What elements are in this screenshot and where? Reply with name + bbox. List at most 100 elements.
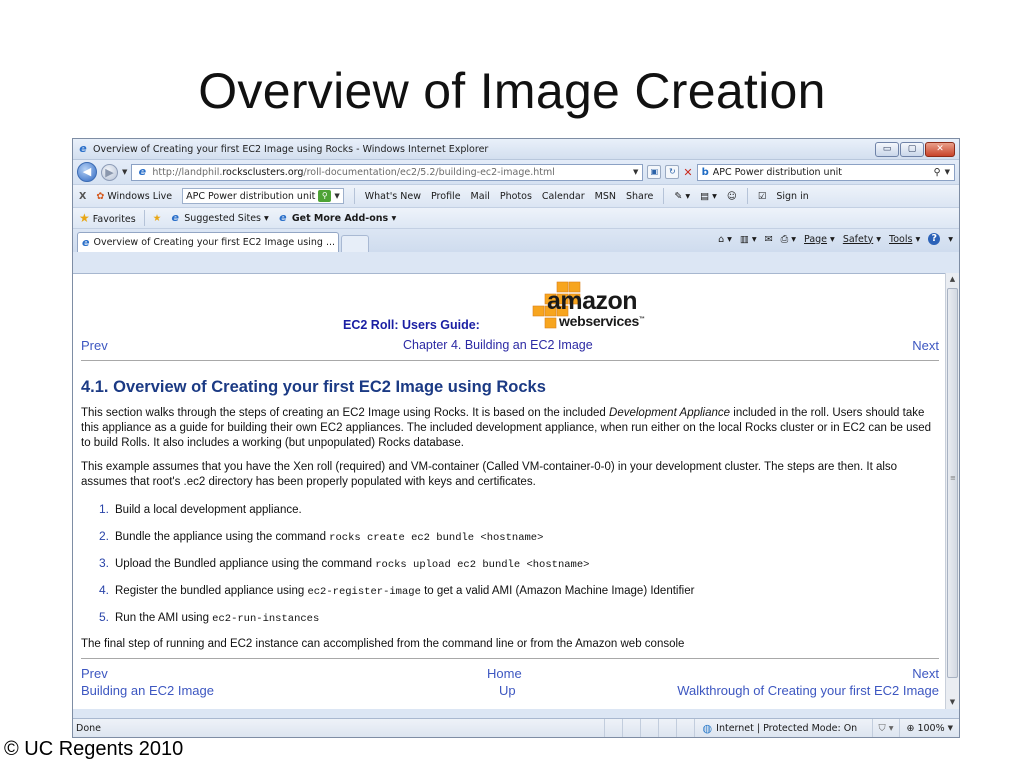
footer-next-title-link[interactable]: Walkthrough of Creating your first EC2 I… [677,683,939,698]
status-cell [621,719,640,737]
favorites-bar: ★ Favorites ★ e Suggested Sites ▾ e Get … [73,207,959,228]
list-item: 2. Bundle the appliance using the comman… [99,529,544,544]
minimize-button[interactable]: ▭ [875,141,899,157]
print-icon[interactable]: ⎙ ▾ [781,234,796,245]
page-menu[interactable]: Page ▾ [804,234,835,245]
doc-header: amazon webservices™ EC2 Roll: Users Guid… [73,274,947,364]
footer-prev-link[interactable]: Prev [81,666,108,681]
search-field[interactable]: b APC Power distribution unit ⚲ ▼ [696,163,955,181]
feeds-icon[interactable]: ▥ ▾ [740,234,757,245]
address-url[interactable]: http://landphil.rocksclusters.org/roll-d… [152,167,629,178]
compatibility-view-icon[interactable]: ▣ [647,165,662,179]
footer-home-link[interactable]: Home [487,666,522,681]
aws-logo-text: amazon [547,287,638,315]
help-icon[interactable]: ? [928,233,941,245]
home-icon[interactable]: ⌂ ▾ [718,234,732,245]
footer-divider [81,658,939,659]
people-icon[interactable]: ☺ [727,191,737,202]
address-field[interactable]: e http://landphil.rocksclusters.org/roll… [131,163,644,181]
scroll-down-icon[interactable]: ▼ [946,696,959,709]
footer-prev-title-link[interactable]: Building an EC2 Image [81,683,214,698]
status-cell [603,719,622,737]
ie-page-icon: e [171,211,179,224]
stop-icon[interactable]: ✕ [683,166,692,179]
toolbar-separator [746,188,748,204]
safety-menu[interactable]: Safety ▾ [843,234,881,245]
tab-bar: e Overview of Creating your first EC2 Im… [73,228,959,252]
link-whats-new[interactable]: What's New [365,191,421,202]
address-dropdown-icon[interactable]: ▼ [633,168,638,176]
checkbox-icon[interactable]: ☑ [758,191,767,202]
calendar-icon[interactable]: ▤ ▾ [700,191,717,202]
close-button[interactable]: ✕ [925,141,955,157]
doc-footer: Prev Home Next Building an EC2 Image Up … [73,658,947,698]
grip-icon: ≡ [950,474,956,482]
search-dropdown-icon[interactable]: ▼ [945,168,950,176]
copyright: © UC Regents 2010 [4,738,184,760]
forward-button[interactable]: ▶ [101,163,118,181]
aws-logo-subtext: webservices™ [559,313,645,329]
intro-paragraph: This section walks through the steps of … [81,407,932,449]
restore-button[interactable]: ▢ [900,141,924,157]
shield-icon: ⛉ [878,722,886,734]
get-addons-button[interactable]: e Get More Add-ons ▾ [277,212,396,225]
vertical-scrollbar[interactable]: ▲ ≡ ▼ [945,273,959,709]
list-item: 1. Build a local development appliance. [99,502,302,516]
list-item: 4. Register the bundled appliance using … [99,583,695,598]
back-button[interactable]: ◀ [77,162,97,182]
link-photos[interactable]: Photos [500,191,532,202]
new-tab-button[interactable] [341,235,369,252]
live-search-go-icon[interactable]: ⚲ [318,190,332,202]
scroll-thumb[interactable]: ≡ [947,288,958,678]
zoom-button[interactable]: ⊕ 100% ▼ [899,719,959,737]
refresh-icon[interactable]: ↻ [665,165,680,179]
live-search-value[interactable]: APC Power distribution unit [186,191,315,202]
tab-active[interactable]: e Overview of Creating your first EC2 Im… [77,232,339,252]
final-paragraph: The final step of running and EC2 instan… [81,638,685,650]
mail-icon[interactable]: ✉ [765,234,773,245]
steps-list: 1. Build a local development appliance. … [99,502,939,625]
add-favorite-icon[interactable]: ★ [153,213,162,224]
assumptions-paragraph: This example assumes that you have the X… [81,461,898,488]
link-profile[interactable]: Profile [431,191,461,202]
toolbar-close-button[interactable]: X [79,191,86,202]
link-share[interactable]: Share [626,191,653,202]
link-mail[interactable]: Mail [471,191,490,202]
windows-live-logo-icon: ✿ [96,190,105,202]
page-icon: e [138,165,147,178]
zoom-dropdown-icon[interactable]: ▼ [948,724,953,732]
link-msn[interactable]: MSN [595,191,616,202]
window-titlebar: e Overview of Creating your first EC2 Im… [73,139,959,160]
suggested-sites-button[interactable]: e Suggested Sites ▾ [169,211,269,225]
chapter-title: Chapter 4. Building an EC2 Image [403,338,593,352]
link-calendar[interactable]: Calendar [542,191,585,202]
next-link[interactable]: Next [912,338,939,353]
status-cell [657,719,676,737]
live-search-field[interactable]: APC Power distribution unit ⚲ ▼ [182,188,344,204]
star-icon: ★ [79,211,90,225]
windows-live-toolbar: X ✿ Windows Live APC Power distribution … [73,184,959,207]
highlight-icon[interactable]: ✎ ▾ [674,191,690,202]
security-zone[interactable]: ◍ Internet | Protected Mode: On [693,719,872,737]
search-icon[interactable]: ⚲ [934,167,941,178]
toolbar-separator [353,188,355,204]
help-dropdown-icon[interactable]: ▾ [948,234,953,245]
toolbar-separator [663,188,665,204]
footer-next-link[interactable]: Next [912,666,939,681]
live-search-dropdown-icon[interactable]: ▼ [334,192,339,200]
history-dropdown-icon[interactable]: ▼ [122,168,127,176]
status-cell [639,719,658,737]
prev-link[interactable]: Prev [81,338,108,353]
search-value[interactable]: APC Power distribution unit [713,167,930,178]
scroll-up-icon[interactable]: ▲ [946,273,959,286]
protected-mode-button[interactable]: ⛉ ▾ [871,719,900,737]
browser-window: e Overview of Creating your first EC2 Im… [72,138,960,738]
tools-menu[interactable]: Tools ▾ [889,234,920,245]
windows-live-brand[interactable]: ✿ Windows Live [96,191,172,202]
footer-up-link[interactable]: Up [499,683,516,698]
sign-in-link[interactable]: Sign in [776,191,808,202]
ie-logo-icon: e [79,142,87,155]
favorites-button[interactable]: ★ Favorites [79,211,136,225]
ie-page-icon: e [82,235,90,249]
toolbar-separator [143,210,145,226]
